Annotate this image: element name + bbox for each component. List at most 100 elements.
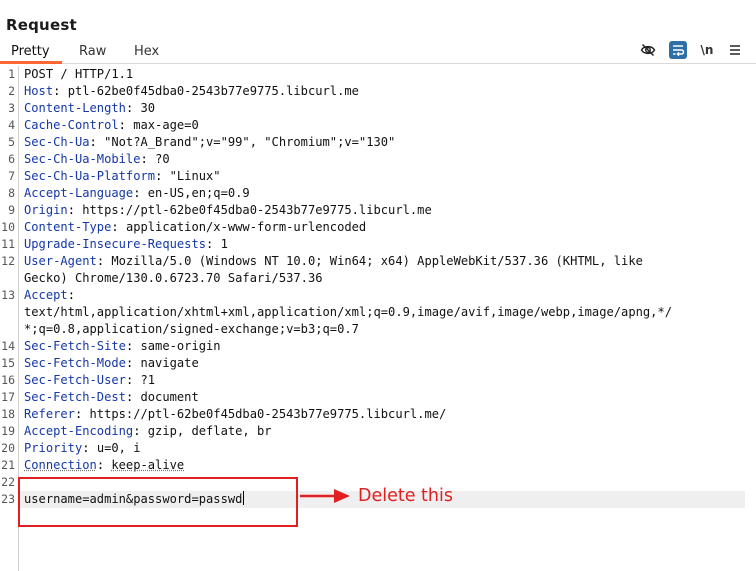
code-line[interactable]: 13 Accept: [0, 287, 756, 304]
line-content: Accept: [24, 288, 83, 302]
newline-icon: \n [700, 43, 714, 57]
menu-icon [730, 45, 740, 55]
header-value: document [140, 390, 199, 404]
header-value: "Linux" [169, 169, 221, 183]
code-line[interactable]: 12 User-Agent: Mozilla/5.0 (Windows NT 10… [0, 253, 756, 270]
code-line[interactable]: 9 Origin: https://ptl-62be0f45dba0-2543b7… [0, 202, 756, 219]
code-line[interactable]: 19 Accept-Encoding: gzip, deflate, br [0, 423, 756, 440]
line-number: 10 [1, 220, 15, 234]
line-number: 9 [8, 203, 15, 217]
code-line[interactable]: 17 Sec-Fetch-Dest: document [0, 389, 756, 406]
line-number: 18 [1, 407, 15, 421]
header-name: Accept-Language [24, 186, 134, 200]
line-number: 3 [8, 101, 15, 115]
line-content: Sec-Ch-Ua: "Not?A_Brand";v="99", "Chromi… [24, 135, 396, 149]
line-number: 2 [8, 84, 15, 98]
header-name: Origin [24, 203, 68, 217]
header-name: Sec-Ch-Ua [24, 135, 90, 149]
header-value: navigate [140, 356, 199, 370]
line-number: 8 [8, 186, 15, 200]
header-name: Priority [24, 441, 83, 455]
tab-pretty[interactable]: Pretty [11, 44, 50, 59]
line-content: Content-Type: application/x-www-form-url… [24, 220, 367, 234]
line-content: Priority: u=0, i [24, 441, 141, 455]
header-value: gzip, deflate, br [147, 424, 272, 438]
code-line[interactable]: 18 Referer: https://ptl-62be0f45dba0-2543… [0, 406, 756, 423]
hide-nonprintable-toggle[interactable] [639, 41, 657, 59]
header-value: max-age=0 [133, 118, 199, 132]
header-name: Accept [24, 288, 68, 302]
line-content: User-Agent: Mozilla/5.0 (Windows NT 10.0… [24, 254, 643, 268]
code-line[interactable]: 3 Content-Length: 30 [0, 100, 756, 117]
line-number: 13 [1, 288, 15, 302]
code-line[interactable]: 21 Connection: keep-alive [0, 457, 756, 474]
code-line[interactable]: 8 Accept-Language: en-US,en;q=0.9 [0, 185, 756, 202]
code-line[interactable]: 6 Sec-Ch-Ua-Mobile: ?0 [0, 151, 756, 168]
tab-hex[interactable]: Hex [134, 44, 159, 59]
code-line[interactable]: *;q=0.8,application/signed-exchange;v=b3… [0, 321, 756, 338]
annotation-label: Delete this [358, 486, 453, 506]
line-number: 14 [1, 339, 15, 353]
code-line[interactable]: 5 Sec-Ch-Ua: "Not?A_Brand";v="99", "Chrom… [0, 134, 756, 151]
plain-text: Gecko) Chrome/130.0.6723.70 Safari/537.3… [24, 271, 323, 285]
code-line[interactable]: 1 POST / HTTP/1.1 [0, 66, 756, 83]
line-number: 20 [1, 441, 15, 455]
header-value: ?0 [155, 152, 170, 166]
code-line[interactable]: 16 Sec-Fetch-User: ?1 [0, 372, 756, 389]
header-name: Sec-Fetch-Dest [24, 390, 126, 404]
annotation-highlight-box [18, 477, 298, 527]
show-newlines-toggle[interactable]: \n [698, 41, 716, 59]
line-content: Origin: https://ptl-62be0f45dba0-2543b77… [24, 203, 432, 217]
code-line[interactable]: text/html,application/xhtml+xml,applicat… [0, 304, 756, 321]
active-tab-indicator [0, 61, 62, 64]
code-line[interactable]: Gecko) Chrome/130.0.6723.70 Safari/537.3… [0, 270, 756, 287]
line-number: 7 [8, 169, 15, 183]
code-line[interactable]: 11 Upgrade-Insecure-Requests: 1 [0, 236, 756, 253]
header-value: https://ptl-62be0f45dba0-2543b77e9775.li… [89, 407, 447, 421]
line-content: Sec-Ch-Ua-Platform: "Linux" [24, 169, 221, 183]
code-line[interactable]: 7 Sec-Ch-Ua-Platform: "Linux" [0, 168, 756, 185]
line-number: 5 [8, 135, 15, 149]
line-content: Accept-Language: en-US,en;q=0.9 [24, 186, 250, 200]
line-content: Sec-Fetch-Site: same-origin [24, 339, 221, 353]
line-number: 22 [1, 475, 15, 489]
code-line[interactable]: 20 Priority: u=0, i [0, 440, 756, 457]
line-content: Accept-Encoding: gzip, deflate, br [24, 424, 272, 438]
line-number: 23 [1, 492, 15, 506]
header-value: keep-alive [111, 458, 185, 472]
header-value: Mozilla/5.0 (Windows NT 10.0; Win64; x64… [111, 254, 643, 268]
line-content: *;q=0.8,application/signed-exchange;v=b3… [24, 321, 359, 338]
code-line[interactable]: 4 Cache-Control: max-age=0 [0, 117, 756, 134]
tab-raw[interactable]: Raw [79, 44, 106, 59]
plain-text: POST / HTTP/1.1 [24, 67, 134, 81]
header-value: same-origin [140, 339, 221, 353]
header-value: "Not?A_Brand";v="99", "Chromium";v="130" [104, 135, 396, 149]
plain-text: text/html,application/xhtml+xml,applicat… [24, 305, 673, 319]
header-value: u=0, i [96, 441, 141, 455]
editor-menu-button[interactable] [726, 41, 744, 59]
line-number: 12 [1, 254, 15, 268]
header-name: Sec-Ch-Ua-Platform [24, 169, 156, 183]
line-content: Connection: keep-alive [24, 458, 185, 472]
header-name: Content-Length [24, 101, 126, 115]
code-line[interactable]: 14 Sec-Fetch-Site: same-origin [0, 338, 756, 355]
header-value: 1 [220, 237, 228, 251]
line-content: Host: ptl-62be0f45dba0-2543b77e9775.libc… [24, 84, 359, 98]
wrap-lines-toggle[interactable] [669, 41, 687, 59]
header-name: Sec-Fetch-User [24, 373, 126, 387]
header-value: en-US,en;q=0.9 [147, 186, 250, 200]
header-value: ptl-62be0f45dba0-2543b77e9775.libcurl.me [67, 84, 359, 98]
code-line[interactable]: 10 Content-Type: application/x-www-form-u… [0, 219, 756, 236]
header-name: Referer [24, 407, 75, 421]
code-line[interactable]: 2 Host: ptl-62be0f45dba0-2543b77e9775.lib… [0, 83, 756, 100]
line-number: 21 [1, 458, 15, 472]
header-name: Upgrade-Insecure-Requests [24, 237, 207, 251]
code-line[interactable]: 15 Sec-Fetch-Mode: navigate [0, 355, 756, 372]
line-content: Sec-Fetch-Dest: document [24, 390, 199, 404]
header-name: Connection [24, 458, 97, 472]
header-name: User-Agent [24, 254, 97, 268]
line-number: 6 [8, 152, 15, 166]
line-content: Cache-Control: max-age=0 [24, 118, 199, 132]
header-value: ?1 [140, 373, 156, 387]
wrap-lines-icon [673, 45, 685, 57]
